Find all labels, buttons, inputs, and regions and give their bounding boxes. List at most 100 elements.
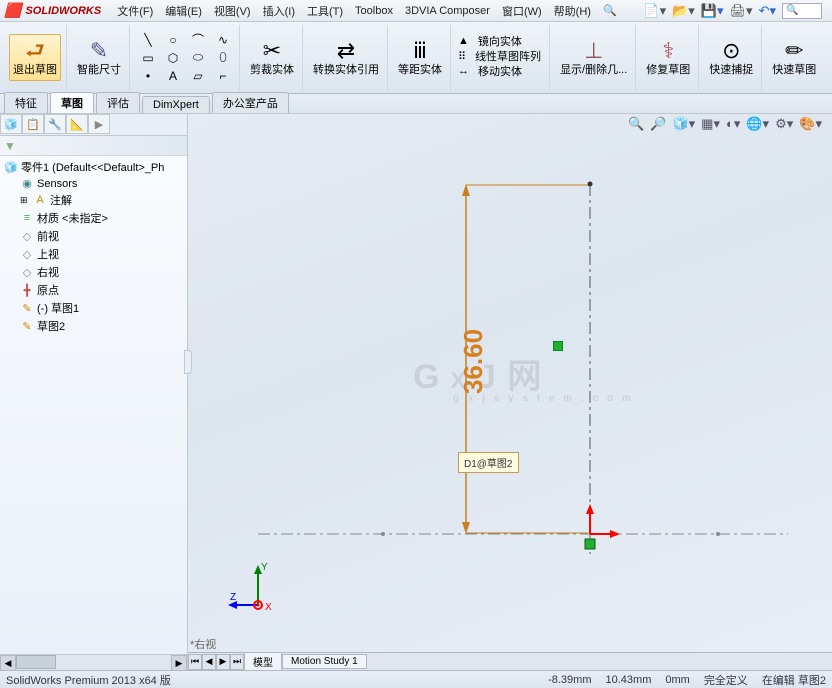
plane-icon: ◇: [20, 230, 34, 243]
sidebar-scrollbar[interactable]: ◀ ▶: [0, 654, 187, 670]
status-bar: SolidWorks Premium 2013 x64 版 -8.39mm 10…: [0, 670, 832, 688]
save-icon[interactable]: 💾▾: [701, 3, 724, 19]
expand-icon[interactable]: ⊞: [20, 195, 30, 206]
sidebar-tab-config[interactable]: 🔧: [44, 114, 66, 134]
plane-tool[interactable]: ▱: [187, 67, 209, 85]
exit-sketch-button[interactable]: ⮐ 退出草图: [9, 34, 61, 82]
sidebar-tab-dimxpert[interactable]: 📐: [66, 114, 88, 134]
quick-snap-button[interactable]: ⊙ 快速捕捉: [706, 37, 756, 79]
line-tool[interactable]: ╲: [137, 31, 159, 49]
tree-sensors[interactable]: ◉ Sensors: [2, 176, 185, 191]
menu-view[interactable]: 视图(V): [208, 1, 257, 21]
offset-button[interactable]: ⅲ 等距实体: [395, 37, 445, 79]
move-button[interactable]: 移动实体: [475, 65, 525, 80]
graphics-viewport[interactable]: 🔍 🔎 🧊▾ ▦▾ ◐▾ 🌐▾ ⚙▾ 🎨▾ G X J 网 g x j s y …: [188, 114, 832, 670]
trim-button[interactable]: ✂ 剪裁实体: [247, 37, 297, 79]
dimension-value[interactable]: 36.60: [458, 329, 489, 394]
rapid-sketch-button[interactable]: ✏ 快速草图: [769, 37, 819, 79]
menu-insert[interactable]: 插入(I): [257, 1, 301, 21]
plane-icon: ◇: [20, 248, 34, 261]
bottom-tab-model[interactable]: 模型: [244, 652, 282, 670]
panel-resizer[interactable]: [184, 350, 192, 374]
tree-root[interactable]: 🧊 零件1 (Default<<Default>_Ph: [2, 158, 185, 176]
scroll-right-icon[interactable]: ▶: [171, 655, 187, 671]
repair-button[interactable]: ⚕ 修复草图: [643, 37, 693, 79]
linear-pattern-button[interactable]: 线性草图阵列: [472, 50, 544, 65]
circle-tool[interactable]: ○: [162, 31, 184, 49]
menu-window[interactable]: 窗口(W): [496, 1, 548, 21]
menu-file[interactable]: 文件(F): [111, 1, 159, 21]
ribbon-group-modify: ✂ 剪裁实体: [242, 25, 303, 91]
view-orientation-label: *右视: [190, 636, 216, 652]
tree-top[interactable]: ◇ 上视: [2, 245, 185, 263]
bottom-nav-next[interactable]: ▶: [216, 654, 230, 670]
status-y: 10.43mm: [606, 674, 652, 686]
bottom-nav-last[interactable]: ⏭: [230, 654, 244, 670]
display-delete-button[interactable]: ⊥ 显示/删除几...: [557, 37, 630, 79]
ribbon-group-offset: ⅲ 等距实体: [390, 25, 451, 91]
search-input[interactable]: 🔍: [782, 3, 822, 19]
bottom-nav-first[interactable]: ⏮: [188, 654, 202, 670]
fillet-tool[interactable]: ⌐: [212, 67, 234, 85]
smart-dimension-button[interactable]: ✎ 智能尺寸: [74, 37, 124, 79]
arc-tool[interactable]: ⌒: [187, 31, 209, 49]
tree-front[interactable]: ◇ 前视: [2, 227, 185, 245]
tab-sketch[interactable]: 草图: [50, 92, 94, 113]
menu-bar: 🟥 SOLIDWORKS 文件(F) 编辑(E) 视图(V) 插入(I) 工具(…: [0, 0, 832, 22]
print-icon[interactable]: 🖨▾: [730, 3, 753, 19]
tab-features[interactable]: 特征: [4, 92, 48, 113]
convert-button[interactable]: ⇄ 转换实体引用: [310, 37, 382, 79]
move-icon: ↔: [458, 65, 469, 80]
relation-badge[interactable]: [553, 341, 563, 351]
sidebar-tab-feature[interactable]: 🧊: [0, 114, 22, 134]
quick-snap-label: 快速捕捉: [709, 64, 753, 76]
spline-tool[interactable]: ∿: [212, 31, 234, 49]
poly-tool[interactable]: ⬡: [162, 49, 184, 67]
menu-edit[interactable]: 编辑(E): [159, 1, 208, 21]
status-product: SolidWorks Premium 2013 x64 版: [6, 672, 171, 688]
menu-composer[interactable]: 3DVIA Composer: [399, 3, 496, 19]
tab-evaluate[interactable]: 评估: [96, 92, 140, 113]
tree-origin[interactable]: ╋ 原点: [2, 281, 185, 299]
tree-right[interactable]: ◇ 右视: [2, 263, 185, 281]
tree-annotations[interactable]: ⊞ A 注解: [2, 191, 185, 209]
rect-tool[interactable]: ▭: [137, 49, 159, 67]
slot-tool[interactable]: ⬭: [187, 49, 209, 67]
point-tool[interactable]: •: [137, 67, 159, 85]
logo-text: SOLIDWORKS: [25, 5, 101, 17]
ellipse-tool[interactable]: ⬯: [212, 49, 234, 67]
new-icon[interactable]: 📄▾: [643, 3, 666, 19]
display-delete-label: 显示/删除几...: [560, 64, 627, 76]
origin-icon: ╋: [20, 284, 34, 297]
menu-search-icon[interactable]: 🔍: [597, 2, 623, 19]
scroll-thumb[interactable]: [16, 655, 56, 669]
menu-toolbox[interactable]: Toolbox: [349, 3, 399, 19]
sketch-icon: ✎: [20, 302, 34, 315]
scroll-left-icon[interactable]: ◀: [0, 655, 16, 671]
sidebar-tab-property[interactable]: 📋: [22, 114, 44, 134]
menu-tools[interactable]: 工具(T): [301, 1, 349, 21]
sidebar-tab-display[interactable]: ▶: [88, 114, 110, 134]
offset-label: 等距实体: [398, 64, 442, 76]
tree-sketch1[interactable]: ✎ (-) 草图1: [2, 299, 185, 317]
mirror-button[interactable]: 镜向实体: [475, 35, 525, 50]
open-icon[interactable]: 📂▾: [672, 3, 695, 19]
smart-dimension-icon: ✎: [77, 38, 121, 64]
dimension-tooltip: D1@草图2: [458, 452, 519, 473]
top-toolbar: 📄▾ 📂▾ 💾▾ 🖨▾ ↶▾ 🔍: [643, 3, 828, 19]
tab-dimxpert[interactable]: DimXpert: [142, 96, 210, 113]
status-z: 0mm: [665, 674, 689, 686]
ribbon-toolbar: ⮐ 退出草图 ✎ 智能尺寸 ╲ ○ ⌒ ∿ ▭ ⬡ ⬭ ⬯ • A ▱ ⌐: [0, 22, 832, 94]
tab-office[interactable]: 办公室产品: [212, 92, 289, 113]
filter-icon[interactable]: ▼: [4, 139, 16, 153]
text-tool[interactable]: A: [162, 67, 184, 85]
tree-material[interactable]: ≡ 材质 <未指定>: [2, 209, 185, 227]
undo-icon[interactable]: ↶▾: [759, 3, 776, 19]
menu-help[interactable]: 帮助(H): [548, 1, 597, 21]
part-icon: 🧊: [4, 161, 18, 174]
tree-sketch2[interactable]: ✎ 草图2: [2, 317, 185, 335]
pattern-icon: ⠿: [458, 50, 466, 65]
ribbon-group-dimension: ✎ 智能尺寸: [69, 25, 130, 91]
bottom-tab-motion[interactable]: Motion Study 1: [282, 654, 367, 669]
bottom-nav-prev[interactable]: ◀: [202, 654, 216, 670]
